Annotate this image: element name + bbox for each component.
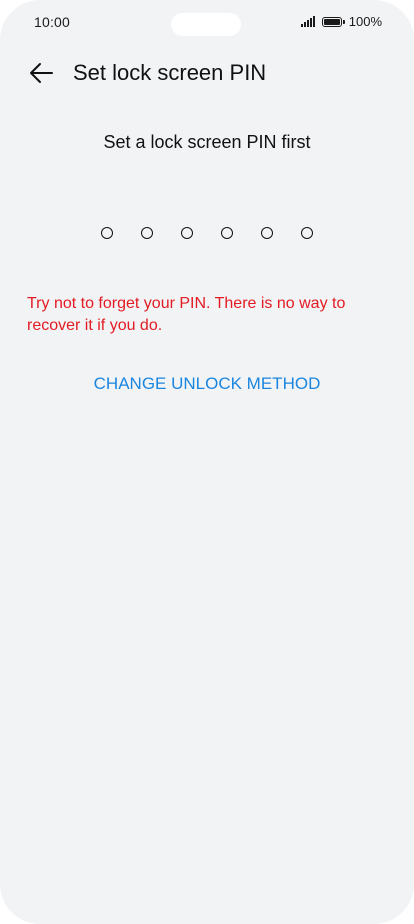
- change-unlock-method-button[interactable]: CHANGE UNLOCK METHOD: [0, 374, 414, 394]
- pin-warning: Try not to forget your PIN. There is no …: [27, 295, 346, 334]
- pin-dot: [101, 227, 113, 239]
- pin-entry-indicator: [0, 227, 414, 239]
- page-title: Set lock screen PIN: [73, 60, 267, 85]
- pin-dot: [301, 227, 313, 239]
- status-bar: 10:00 100%: [0, 0, 414, 46]
- battery-icon: [321, 16, 345, 27]
- arrow-left-icon: [30, 63, 53, 83]
- camera-cutout: [171, 13, 241, 36]
- battery-percentage: 100%: [348, 14, 382, 29]
- status-time: 10:00: [34, 14, 71, 30]
- pin-dot: [181, 227, 193, 239]
- app-header: Set lock screen PIN: [0, 54, 414, 94]
- signal-icon: [300, 16, 315, 27]
- pin-instruction: Set a lock screen PIN first: [103, 132, 311, 152]
- back-button[interactable]: [24, 58, 58, 88]
- pin-dot: [141, 227, 153, 239]
- phone-screen: 10:00 100% Set lock screen PIN Set a loc…: [0, 0, 414, 924]
- status-indicators: 100%: [300, 14, 382, 29]
- pin-dot: [221, 227, 233, 239]
- pin-dot: [261, 227, 273, 239]
